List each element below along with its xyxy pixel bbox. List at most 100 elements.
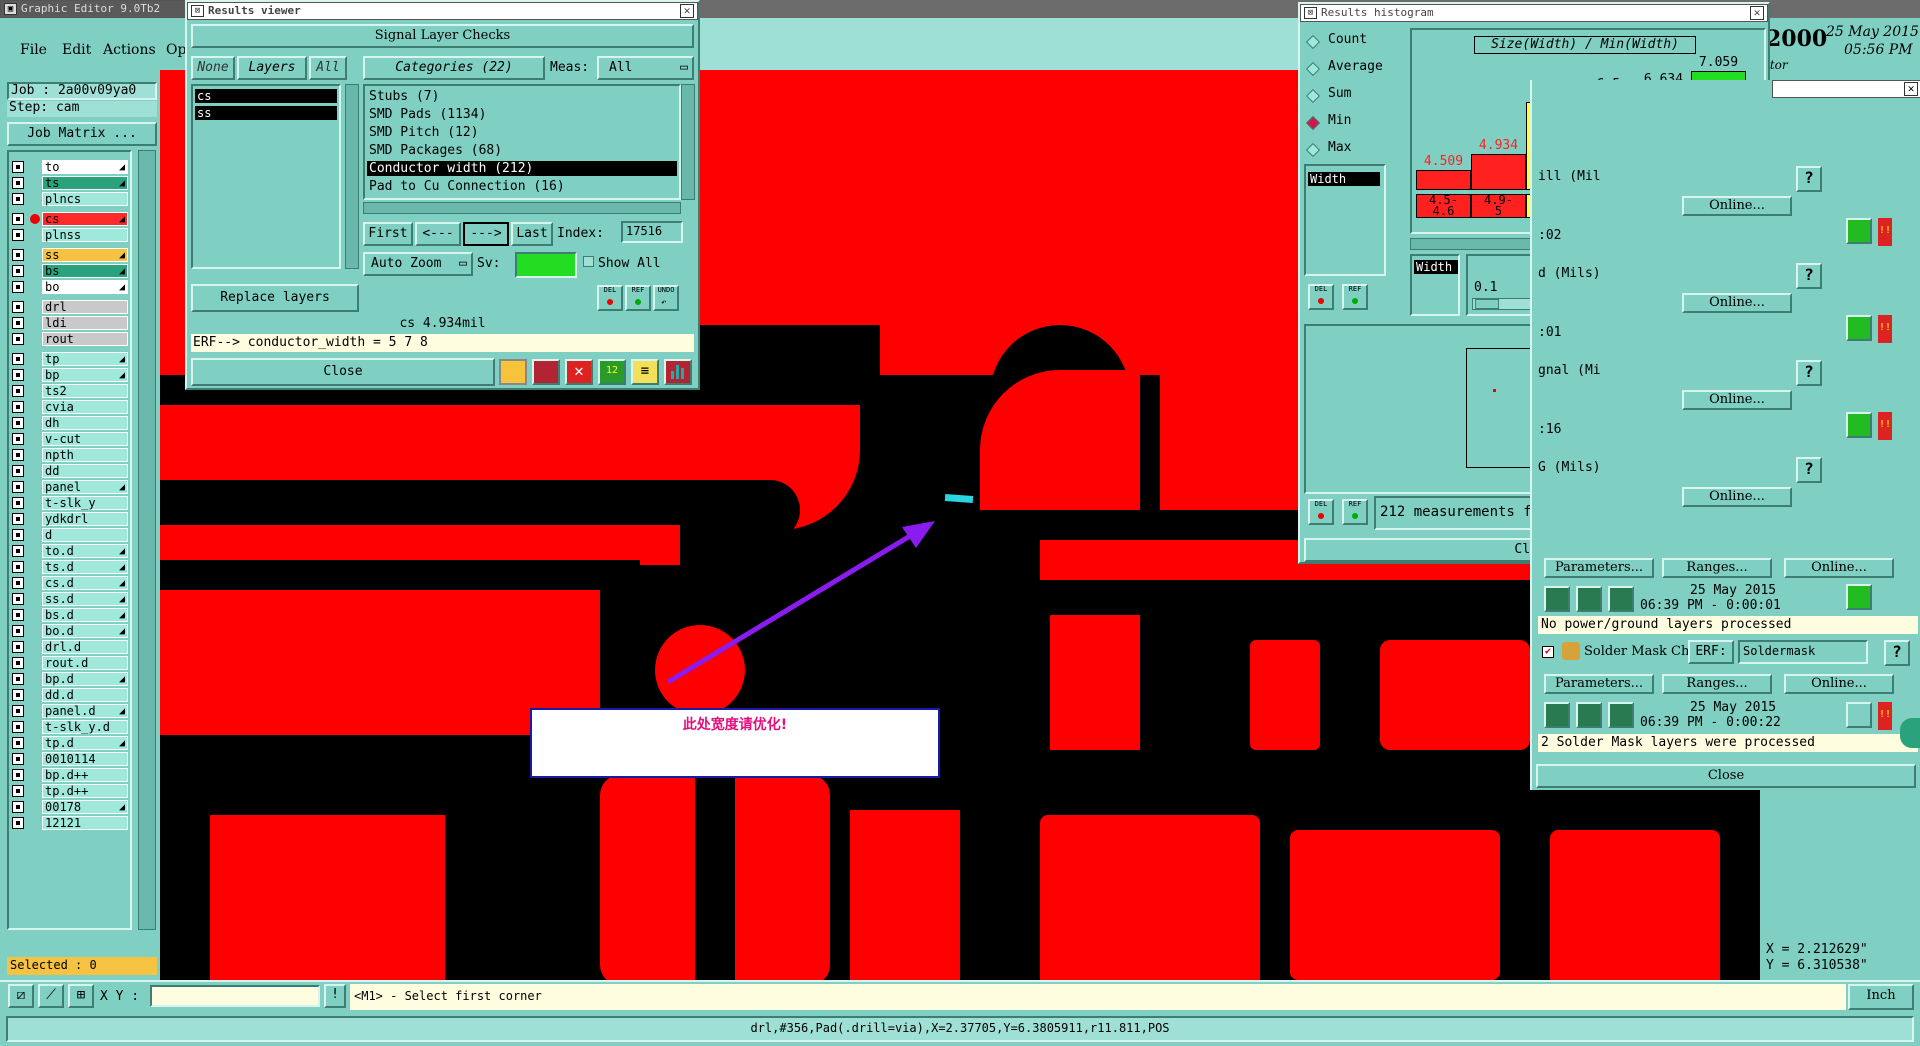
radio-icon[interactable] xyxy=(1305,34,1321,50)
zoom-result-icon[interactable] xyxy=(1846,315,1872,341)
category-item[interactable]: Conductor width (212) xyxy=(367,161,677,176)
hist-ref-button[interactable]: REF xyxy=(1342,284,1368,310)
category-item[interactable]: Pad to Cu Connection (16) xyxy=(367,179,677,194)
info-icon[interactable]: ! xyxy=(324,984,346,1008)
undo-button[interactable]: UNDO ↶ xyxy=(653,285,679,311)
layer-result-ss[interactable]: ss xyxy=(195,106,337,120)
histogram-option-max[interactable]: Max xyxy=(1328,140,1351,155)
run-all-icon[interactable] xyxy=(1576,702,1602,728)
measure-icon[interactable]: ⟋ xyxy=(38,984,64,1008)
field-list[interactable]: Width xyxy=(1304,164,1386,276)
meas-select[interactable]: All ▭ xyxy=(597,56,694,80)
units-button[interactable]: Inch xyxy=(1848,984,1914,1010)
xy-input[interactable] xyxy=(150,985,320,1007)
sv-color-select[interactable] xyxy=(515,252,577,278)
run-icon[interactable] xyxy=(1544,586,1570,612)
grid-icon[interactable]: ⊞ xyxy=(68,984,94,1008)
close-icon[interactable]: ✕ xyxy=(680,4,694,18)
none-button[interactable]: None xyxy=(191,56,235,80)
radio-icon[interactable] xyxy=(1305,61,1321,77)
run-check-icon[interactable] xyxy=(1608,586,1634,612)
histogram-option-count[interactable]: Count xyxy=(1328,32,1367,47)
preview-del-button[interactable]: DEL xyxy=(1308,499,1334,525)
first-button[interactable]: First xyxy=(363,222,413,246)
histogram-bar[interactable] xyxy=(1471,154,1526,190)
online-button[interactable]: Online... xyxy=(1682,487,1792,507)
category-item[interactable]: SMD Packages (68) xyxy=(367,143,677,158)
hist-del-button[interactable]: DEL xyxy=(1308,284,1334,310)
window-menu-icon[interactable]: ⊠ xyxy=(191,5,204,17)
clear-icon[interactable]: ✕ xyxy=(565,359,593,385)
results-viewer-titlebar: ⊠ Results viewer ✕ xyxy=(187,2,698,20)
category-item[interactable]: Stubs (7) xyxy=(367,89,677,104)
erf-button[interactable]: ERF: xyxy=(1688,640,1734,664)
histogram-bar[interactable] xyxy=(1416,170,1471,190)
run-all-icon[interactable] xyxy=(1576,586,1602,612)
category-item[interactable]: SMD Pitch (12) xyxy=(367,125,677,140)
snap-icon[interactable]: ⧄ xyxy=(8,984,34,1008)
replace-layers-button[interactable]: Replace layers xyxy=(191,284,359,312)
field-item-width[interactable]: Width xyxy=(1308,172,1380,186)
report-icon[interactable]: 12 xyxy=(598,359,626,385)
parameters-button-a[interactable]: Parameters... xyxy=(1544,558,1654,578)
help-button[interactable]: ? xyxy=(1796,360,1822,386)
zoom-result-icon[interactable] xyxy=(1846,584,1872,610)
category-hscroll[interactable] xyxy=(363,202,681,214)
category-item[interactable]: SMD Pads (1134) xyxy=(367,107,677,122)
zoom-board-icon[interactable] xyxy=(499,359,527,385)
help-button[interactable]: ? xyxy=(1796,166,1822,192)
all-button[interactable]: All xyxy=(309,56,347,80)
last-button[interactable]: Last xyxy=(511,222,553,246)
category-scrollbar[interactable] xyxy=(681,84,695,200)
layer-results-list[interactable]: cs ss xyxy=(191,84,341,269)
checkbox-checked-icon[interactable]: ✔ xyxy=(1542,646,1554,658)
online-button-a[interactable]: Online... xyxy=(1784,558,1894,578)
layers-button[interactable]: Layers xyxy=(237,56,307,80)
radio-icon[interactable] xyxy=(1305,142,1321,158)
ranges-button-a[interactable]: Ranges... xyxy=(1662,558,1772,578)
auto-zoom-button[interactable]: Auto Zoom ▭ xyxy=(363,252,473,276)
online-button-b[interactable]: Online... xyxy=(1784,674,1894,694)
close-icon[interactable]: ✕ xyxy=(1904,82,1918,96)
histogram-icon[interactable] xyxy=(664,359,692,385)
show-all-toggle[interactable]: Show All xyxy=(583,256,661,271)
run-icon[interactable] xyxy=(1544,702,1570,728)
help-button[interactable]: ? xyxy=(1796,263,1822,289)
results-close-button[interactable]: Close xyxy=(191,358,495,386)
online-button[interactable]: Online... xyxy=(1682,196,1792,216)
checklist-close-button[interactable]: Close xyxy=(1536,764,1916,788)
layer-list-scrollbar[interactable] xyxy=(345,84,359,269)
close-icon[interactable]: ✕ xyxy=(1750,6,1764,20)
online-button[interactable]: Online... xyxy=(1682,293,1792,313)
resolution-field-list[interactable]: Width xyxy=(1410,254,1460,316)
run-check-icon[interactable] xyxy=(1608,702,1634,728)
resolution-field-item[interactable]: Width xyxy=(1414,260,1458,274)
categories-button[interactable]: Categories (22) xyxy=(363,56,545,80)
histogram-option-sum[interactable]: Sum xyxy=(1328,86,1351,101)
window-menu-icon[interactable]: ⊠ xyxy=(1304,7,1317,19)
histogram-option-average[interactable]: Average xyxy=(1328,59,1383,74)
zoom-result-icon[interactable] xyxy=(1846,412,1872,438)
help-button[interactable]: ? xyxy=(1796,457,1822,483)
histogram-option-min[interactable]: Min xyxy=(1328,113,1351,128)
notes-icon[interactable]: ≡ xyxy=(631,359,659,385)
online-button[interactable]: Online... xyxy=(1682,390,1792,410)
index-field[interactable]: 17516 xyxy=(621,221,683,243)
zoom-result-icon[interactable] xyxy=(1846,702,1872,728)
erf-field[interactable]: Soldermask xyxy=(1738,640,1868,664)
category-list[interactable]: Stubs (7) SMD Pads (1134) SMD Pitch (12) SM… xyxy=(363,84,681,200)
next-button[interactable]: ---> xyxy=(463,222,509,246)
parameters-button-b[interactable]: Parameters... xyxy=(1544,674,1654,694)
zoom-result-icon[interactable] xyxy=(1846,218,1872,244)
radio-icon[interactable] xyxy=(1305,88,1321,104)
prev-button[interactable]: <--- xyxy=(415,222,461,246)
slider-thumb[interactable] xyxy=(1475,299,1499,309)
ranges-button-b[interactable]: Ranges... xyxy=(1662,674,1772,694)
export-icon[interactable] xyxy=(532,359,560,385)
ref-button[interactable]: REF xyxy=(625,285,651,311)
del-button[interactable]: DEL xyxy=(597,285,623,311)
radio-icon[interactable] xyxy=(1305,115,1321,131)
preview-ref-button[interactable]: REF xyxy=(1342,499,1368,525)
layer-result-cs[interactable]: cs xyxy=(195,89,337,103)
help-button-solder[interactable]: ? xyxy=(1884,640,1910,666)
